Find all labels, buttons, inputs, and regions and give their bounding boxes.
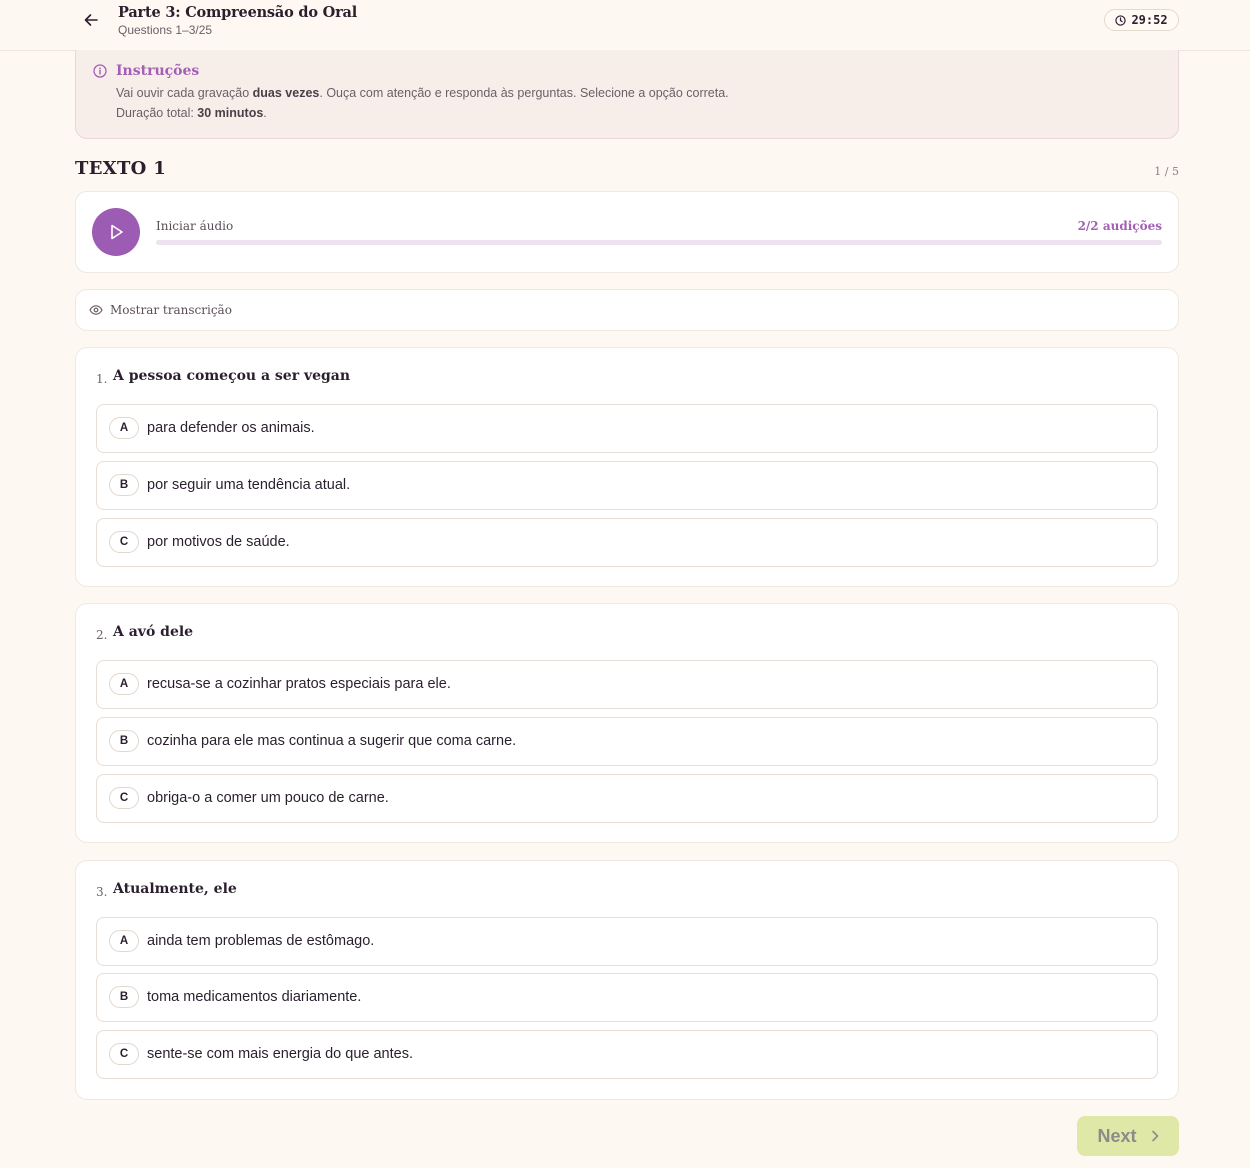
option-a[interactable]: A para defender os animais. <box>96 404 1158 453</box>
next-button[interactable]: Next <box>1077 1116 1179 1156</box>
option-b[interactable]: B cozinha para ele mas continua a sugeri… <box>96 717 1158 766</box>
option-text: por motivos de saúde. <box>147 534 290 550</box>
top-bar: Parte 3: Compreensão do Oral Questions 1… <box>0 0 1250 51</box>
option-text: obriga-o a comer um pouco de carne. <box>147 790 389 806</box>
timer-badge: 29:52 <box>1104 9 1179 31</box>
option-a[interactable]: A ainda tem problemas de estômago. <box>96 917 1158 966</box>
question-number: 3. <box>96 885 108 899</box>
option-letter: C <box>109 1043 139 1065</box>
question-text: A pessoa começou a ser vegan <box>113 368 351 384</box>
instructions-panel: Instruções Vai ouvir cada gravação duas … <box>75 50 1179 139</box>
question-range: Questions 1–3/25 <box>118 23 213 37</box>
instructions-line-1: Vai ouvir cada gravação duas vezes. Ouça… <box>116 86 729 100</box>
option-a[interactable]: A recusa-se a cozinhar pratos especiais … <box>96 660 1158 709</box>
section-title: TEXTO 1 <box>75 158 167 179</box>
option-b[interactable]: B toma medicamentos diariamente. <box>96 973 1158 1022</box>
instructions-title: Instruções <box>116 63 200 79</box>
option-b[interactable]: B por seguir uma tendência atual. <box>96 461 1158 510</box>
option-letter: A <box>109 930 139 952</box>
question-number: 2. <box>96 628 108 642</box>
eye-icon <box>89 305 103 315</box>
option-letter: B <box>109 730 139 752</box>
next-label: Next <box>1097 1125 1137 1146</box>
play-button[interactable] <box>92 208 140 256</box>
question-number: 1. <box>96 372 108 386</box>
option-letter: A <box>109 417 139 439</box>
option-text: por seguir uma tendência atual. <box>147 477 351 493</box>
audio-player: Iniciar áudio 2/2 audições <box>75 191 1179 273</box>
option-text: ainda tem problemas de estômago. <box>147 933 375 949</box>
option-text: recusa-se a cozinhar pratos especiais pa… <box>147 676 451 692</box>
section-counter: 1 / 5 <box>1154 165 1179 178</box>
option-letter: C <box>109 787 139 809</box>
play-icon <box>111 224 123 240</box>
show-transcript-toggle[interactable]: Mostrar transcrição <box>75 289 1179 331</box>
question-text: Atualmente, ele <box>113 881 237 897</box>
instructions-line-2: Duração total: 30 minutos. <box>116 106 267 120</box>
chevron-right-icon <box>1151 1130 1158 1142</box>
question-card: 3. Atualmente, ele A ainda tem problemas… <box>75 860 1179 1100</box>
option-text: para defender os animais. <box>147 420 315 436</box>
timer-value: 29:52 <box>1131 13 1168 27</box>
option-c[interactable]: C por motivos de saúde. <box>96 518 1158 567</box>
back-button[interactable] <box>80 9 102 31</box>
option-letter: A <box>109 673 139 695</box>
option-letter: C <box>109 531 139 553</box>
option-letter: B <box>109 986 139 1008</box>
audio-plays-count: 2/2 audições <box>1077 219 1162 233</box>
clock-icon <box>1115 14 1127 26</box>
option-letter: B <box>109 474 139 496</box>
transcript-label: Mostrar transcrição <box>110 303 232 317</box>
audio-label: Iniciar áudio <box>156 219 234 233</box>
option-text: toma medicamentos diariamente. <box>147 989 362 1005</box>
option-c[interactable]: C obriga-o a comer um pouco de carne. <box>96 774 1158 823</box>
page-title: Parte 3: Compreensão do Oral <box>118 4 358 21</box>
option-text: cozinha para ele mas continua a sugerir … <box>147 733 517 749</box>
option-c[interactable]: C sente-se com mais energia do que antes… <box>96 1030 1158 1079</box>
option-text: sente-se com mais energia do que antes. <box>147 1046 413 1062</box>
arrow-left-icon <box>84 14 98 26</box>
info-icon <box>93 64 107 78</box>
question-card: 1. A pessoa começou a ser vegan A para d… <box>75 347 1179 587</box>
question-text: A avó dele <box>113 624 194 640</box>
audio-progress-bar[interactable] <box>156 240 1162 245</box>
question-card: 2. A avó dele A recusa-se a cozinhar pra… <box>75 603 1179 843</box>
